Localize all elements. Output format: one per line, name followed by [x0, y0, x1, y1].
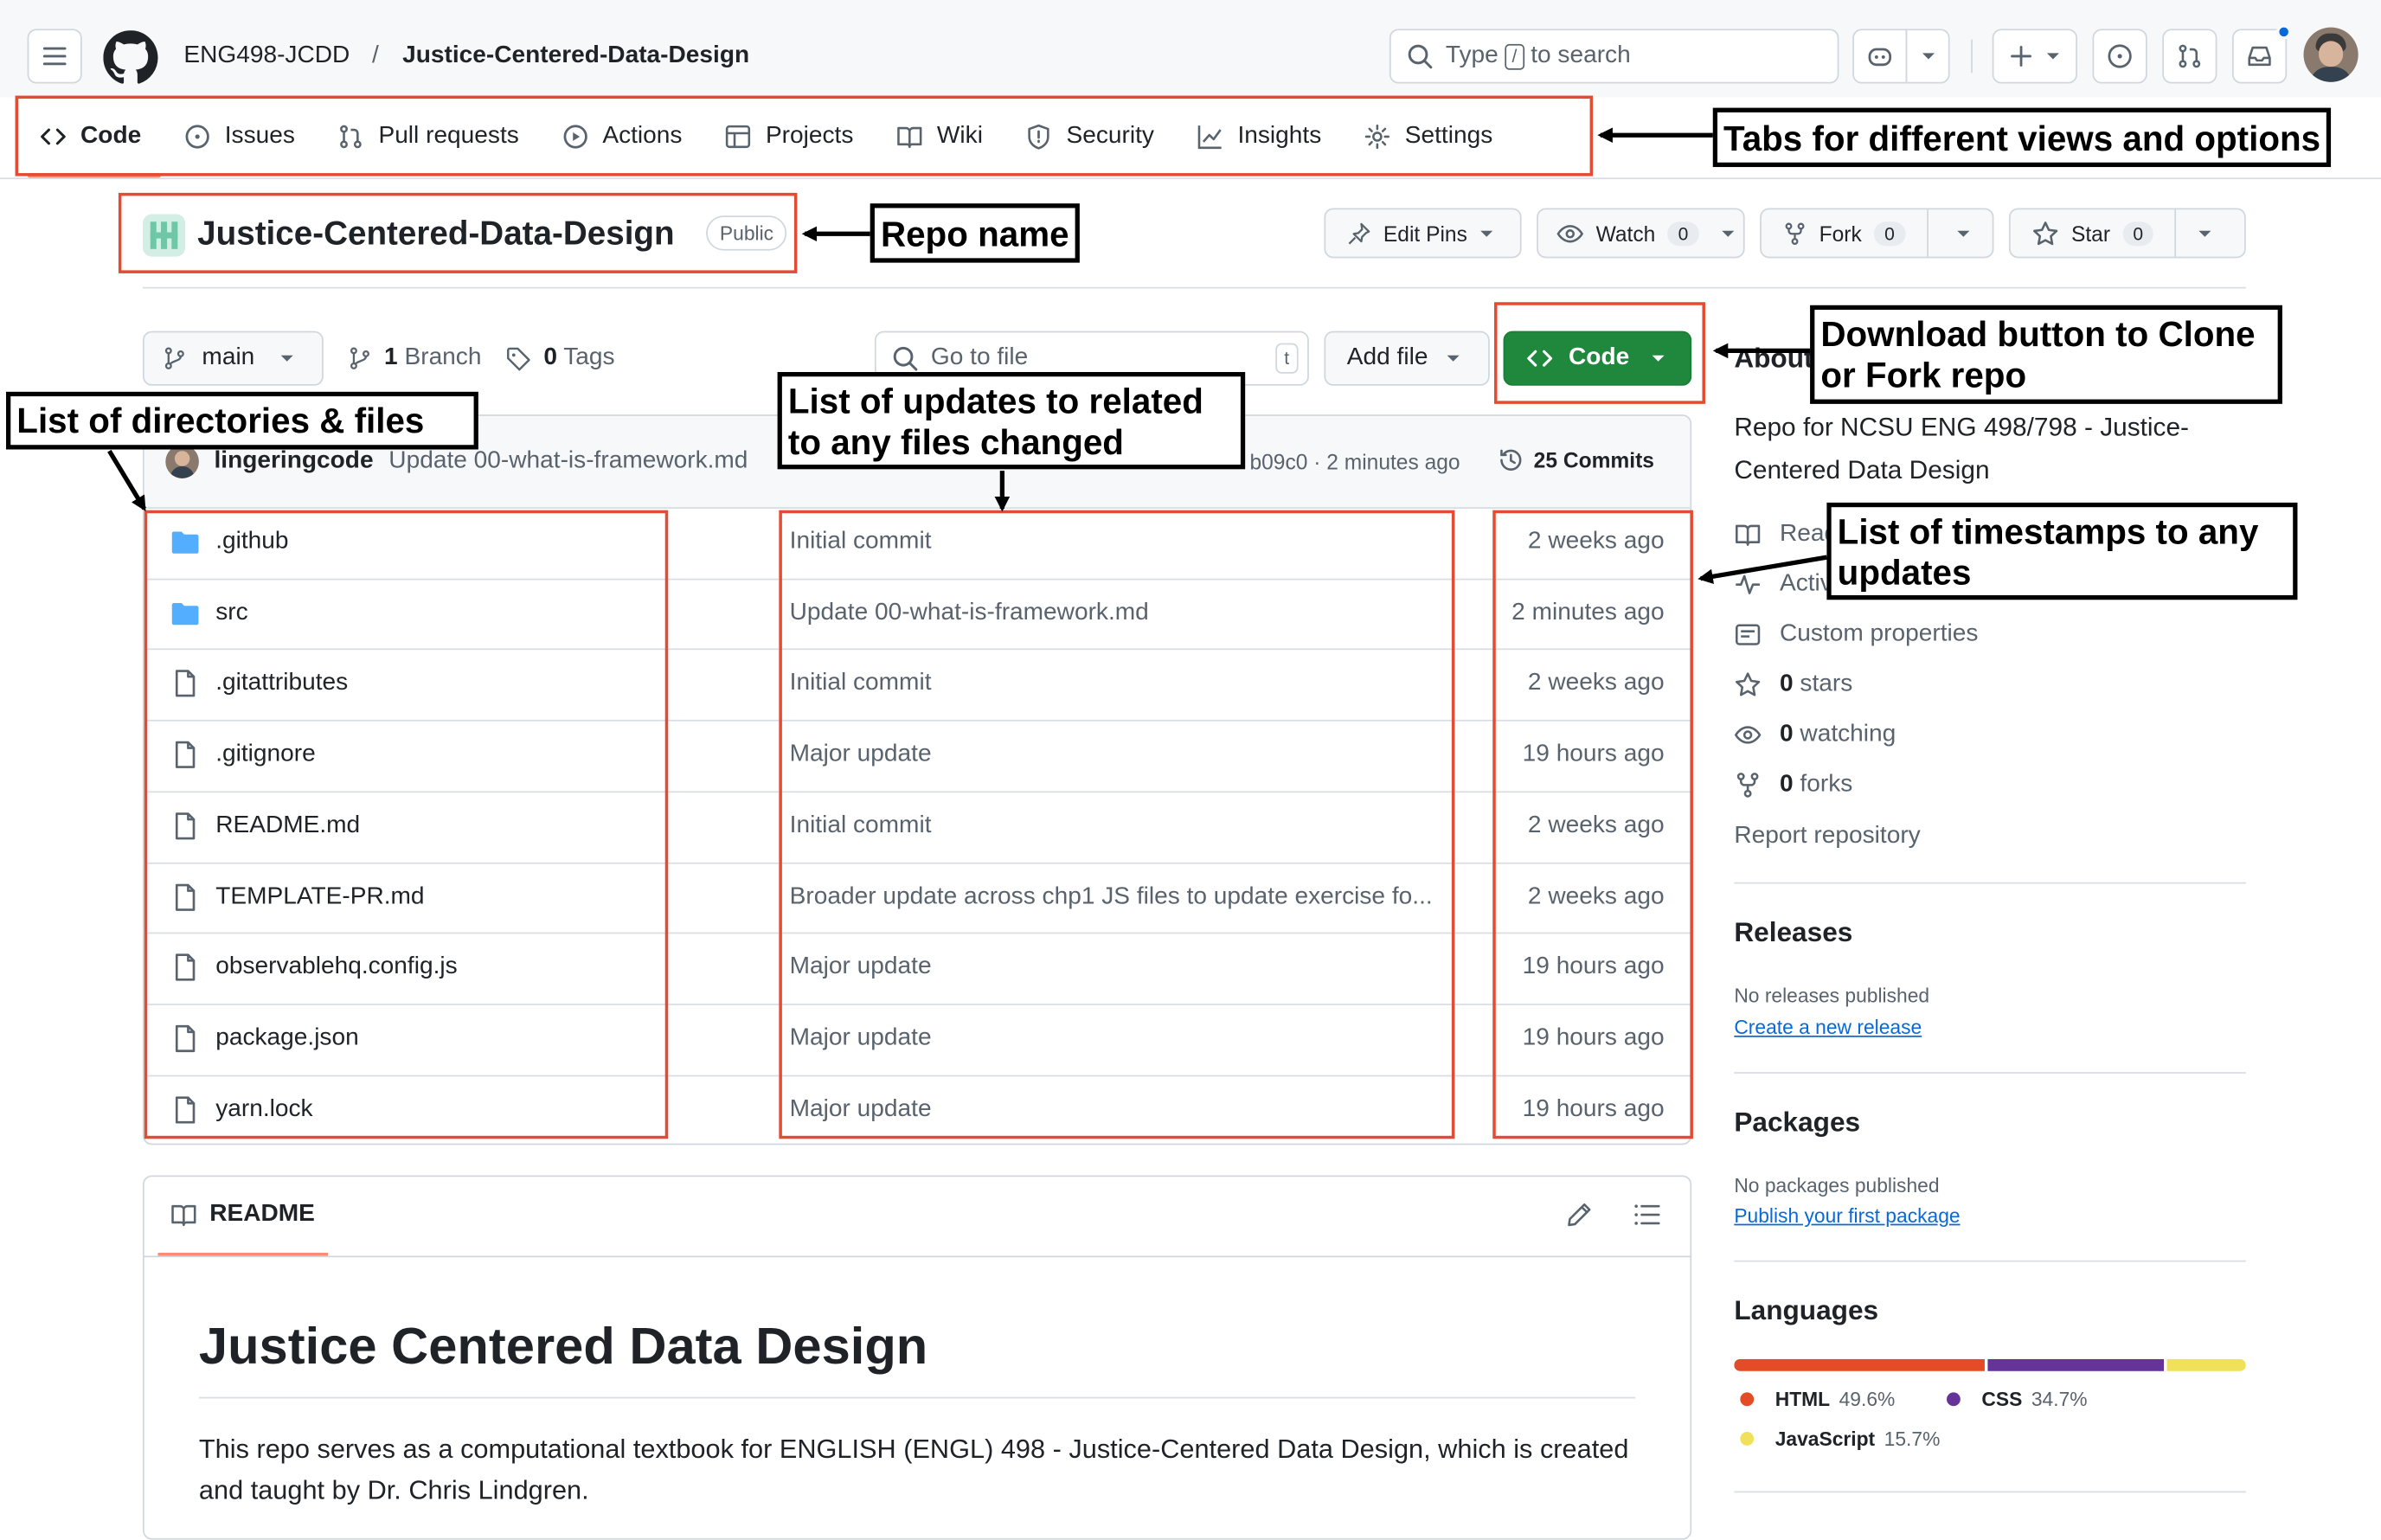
- arrow-files: [107, 449, 146, 511]
- arrow-timestamps: [1698, 555, 1827, 585]
- annotation-arrows: [107, 127, 1827, 585]
